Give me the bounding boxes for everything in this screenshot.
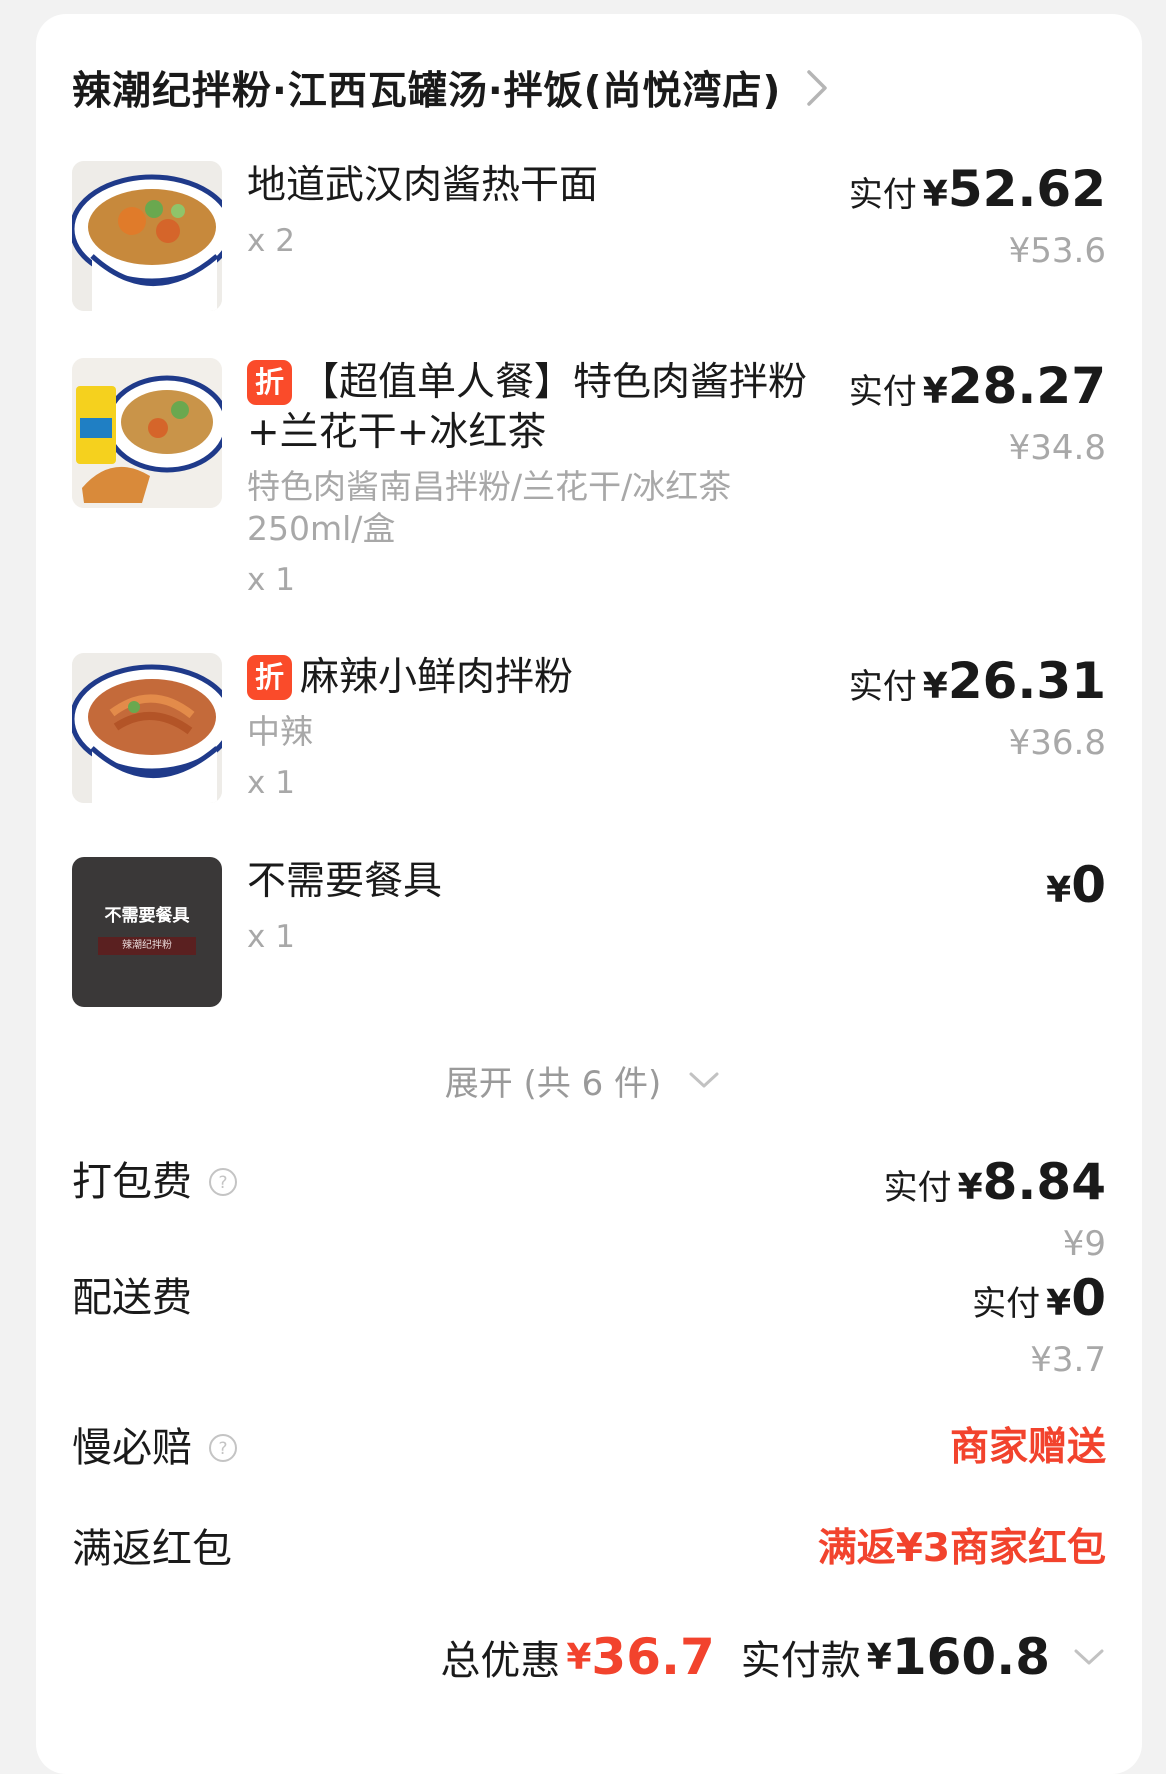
chevron-right-icon: [807, 70, 828, 106]
store-name: 辣潮纪拌粉·江西瓦罐汤·拌饭(尚悦湾店): [72, 69, 782, 114]
original-price: ¥34.8: [1008, 428, 1106, 468]
item-quantity: x 1: [247, 562, 295, 598]
original-price: ¥9: [1062, 1224, 1106, 1264]
paid-amount: 8.84: [982, 1153, 1106, 1211]
paid-amount: 52.62: [947, 160, 1106, 218]
currency-symbol: ¥: [566, 1636, 592, 1678]
red-packet-value: 满返¥3商家红包: [817, 1526, 1106, 1571]
total-paid-label: 实付款: [740, 1638, 861, 1684]
item-price: ¥0: [1040, 857, 1106, 925]
total-paid-amount: 160.8: [891, 1628, 1050, 1686]
svg-text:?: ?: [218, 1439, 227, 1459]
item-name: 不需要餐具: [247, 859, 443, 904]
paid-label: 实付: [972, 1284, 1041, 1324]
item-info: 折【超值单人餐】特色肉酱拌粉+兰花干+冰红茶 特色肉酱南昌拌粉/兰花干/冰红茶2…: [247, 358, 827, 600]
help-circle-icon[interactable]: ?: [208, 1433, 238, 1463]
food-image: [72, 653, 222, 803]
currency-symbol: ¥: [1046, 870, 1072, 911]
item-quantity: x 1: [247, 765, 295, 801]
paid-amount: 0: [1071, 856, 1106, 914]
item-spec: 中辣: [247, 712, 313, 751]
packing-fee-label: 打包费: [72, 1159, 192, 1205]
item-quantity: x 2: [247, 223, 295, 259]
food-image: [72, 161, 222, 311]
item-price: 实付 ¥52.62 ¥53.6: [849, 161, 1106, 273]
delivery-fee-label: 配送费: [72, 1275, 192, 1321]
paid-amount: 0: [1071, 1269, 1106, 1327]
item-spec: 特色肉酱南昌拌粉/兰花干/冰红茶250ml/盒: [247, 467, 732, 548]
image-text: 不需要餐具: [104, 906, 190, 926]
original-price: ¥53.6: [1008, 231, 1106, 271]
late-guarantee-label: 慢必赔: [72, 1425, 192, 1471]
item-price: 实付 ¥26.31 ¥36.8: [849, 653, 1106, 765]
late-guarantee-value: 商家赠送: [949, 1425, 1106, 1470]
expand-items-button[interactable]: 展开 (共 6 件): [0, 1055, 1166, 1105]
item-name: 折【超值单人餐】特色肉酱拌粉+兰花干+冰红茶: [247, 360, 808, 455]
currency-symbol: ¥: [922, 371, 948, 412]
paid-label: 实付: [848, 372, 917, 412]
currency-symbol: ¥: [1046, 1283, 1072, 1324]
paid-amount: 26.31: [947, 652, 1106, 710]
item-info: 不需要餐具 x 1: [247, 857, 827, 957]
svg-text:?: ?: [218, 1173, 227, 1193]
currency-symbol: ¥: [957, 1167, 983, 1208]
help-circle-icon[interactable]: ?: [208, 1167, 238, 1197]
chevron-down-icon: [1074, 1649, 1104, 1665]
order-total[interactable]: 总优惠 ¥ 36.7 实付款 ¥ 160.8: [440, 1627, 1106, 1687]
delivery-fee-price: 实付 ¥0 ¥3.7: [972, 1270, 1106, 1382]
item-name: 折麻辣小鲜肉拌粉: [247, 653, 827, 703]
paid-label: 实付: [848, 175, 917, 215]
total-discount-label: 总优惠: [440, 1638, 561, 1684]
image-subtext: 辣潮纪拌粉: [98, 937, 196, 955]
currency-symbol: ¥: [922, 666, 948, 707]
paid-label: 实付: [883, 1168, 952, 1208]
item-name: 地道武汉肉酱热干面: [247, 163, 599, 208]
red-packet-label: 满返红包: [72, 1526, 232, 1572]
item-info: 地道武汉肉酱热干面 x 2: [247, 161, 827, 261]
currency-symbol: ¥: [922, 174, 948, 215]
item-info: 折麻辣小鲜肉拌粉 中辣 x 1: [247, 653, 827, 803]
chevron-down-icon: [689, 1072, 719, 1088]
packing-fee-price: 实付 ¥8.84 ¥9: [884, 1154, 1106, 1266]
expand-label: 展开 (共 6 件): [444, 1063, 662, 1104]
paid-amount: 28.27: [947, 357, 1106, 415]
store-header[interactable]: 辣潮纪拌粉·江西瓦罐汤·拌饭(尚悦湾店): [72, 58, 835, 118]
item-quantity: x 1: [247, 919, 295, 955]
discount-badge: 折: [247, 655, 292, 700]
discount-badge: 折: [247, 360, 292, 405]
original-price: ¥36.8: [1008, 723, 1106, 763]
original-price: ¥3.7: [1030, 1340, 1106, 1380]
tableware-image: 不需要餐具 辣潮纪拌粉: [72, 857, 222, 1007]
item-price: 实付 ¥28.27 ¥34.8: [849, 358, 1106, 470]
food-image: [72, 358, 222, 508]
total-discount-amount: 36.7: [591, 1628, 715, 1686]
currency-symbol: ¥: [866, 1636, 892, 1678]
paid-label: 实付: [848, 667, 917, 707]
